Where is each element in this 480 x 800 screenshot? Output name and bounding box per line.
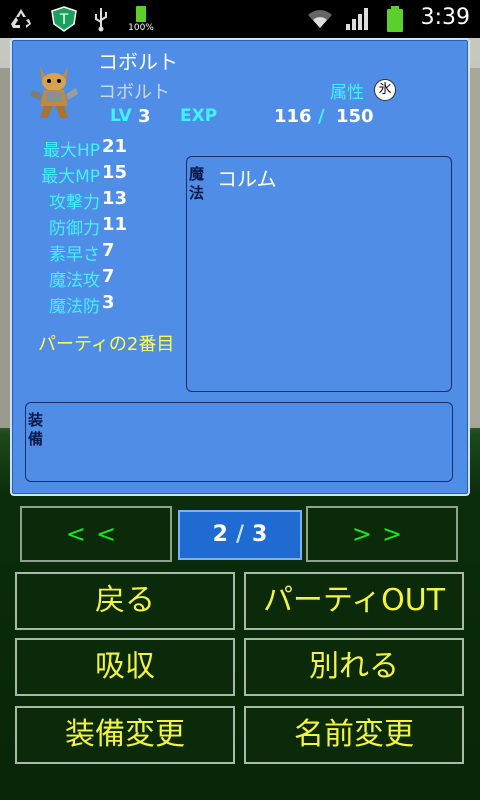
page-slash: / (235, 522, 245, 547)
character-name: コボルト (98, 50, 178, 74)
magic-item[interactable]: コルム (217, 163, 277, 192)
stat-label: 最大HP (42, 141, 100, 161)
stat-label: 最大MP (41, 167, 100, 187)
signal-icon (346, 8, 368, 30)
exp-max: 150 (336, 106, 374, 127)
party-out-button[interactable]: パーティOUT (244, 572, 464, 630)
battery-icon (387, 6, 403, 32)
party-position: パーティの2番目 (38, 334, 175, 355)
stat-value: 13 (102, 188, 128, 209)
character-species: コボルト (98, 82, 170, 103)
status-bar: T 100% 3:39 (0, 0, 480, 38)
stat-label: 攻撃力 (49, 193, 100, 213)
next-page-button[interactable]: >> (306, 506, 458, 562)
clock: 3:39 (420, 5, 470, 30)
stat-label: 魔法攻 (49, 271, 100, 291)
equipment-label: 装備 (28, 411, 44, 448)
stat-value: 7 (102, 240, 115, 261)
rename-button[interactable]: 名前変更 (244, 706, 464, 764)
ice-attribute-icon: 氷 (374, 79, 396, 101)
wifi-icon (308, 10, 332, 28)
stat-value: 11 (102, 214, 128, 235)
exp-slash: / (318, 106, 325, 127)
current-page: 2 (212, 522, 228, 547)
magic-list-box: 魔法 コルム (186, 156, 452, 392)
level-value: 3 (138, 106, 151, 127)
attribute-label: 属性 (330, 83, 364, 103)
page-indicator: 2 / 3 (178, 510, 302, 560)
back-button[interactable]: 戻る (15, 572, 235, 630)
previous-page-button[interactable]: << (20, 506, 172, 562)
change-equipment-button[interactable]: 装備変更 (15, 706, 235, 764)
kobold-portrait-icon (30, 66, 78, 118)
svg-text:T: T (59, 12, 69, 28)
usb-icon (95, 8, 107, 32)
battery-percent: 100% (128, 23, 154, 33)
shield-icon: T (51, 6, 77, 32)
battery-small-icon: 100% (128, 5, 154, 33)
stat-label: 魔法防 (49, 297, 100, 317)
level-label: LV (110, 106, 132, 126)
stat-row-speed: 素早さ 7 (12, 240, 142, 266)
stat-row-attack: 攻撃力 13 (12, 188, 142, 214)
stat-value: 3 (102, 292, 115, 313)
absorb-button[interactable]: 吸収 (15, 638, 235, 696)
exp-label: EXP (180, 106, 218, 126)
separate-button[interactable]: 別れる (244, 638, 464, 696)
stat-value: 21 (102, 136, 128, 157)
exp-current: 116 (274, 106, 312, 127)
stat-row-magic-defense: 魔法防 3 (12, 292, 142, 318)
magic-label: 魔法 (189, 165, 205, 202)
stat-label: 素早さ (49, 245, 100, 265)
stat-value: 15 (102, 162, 128, 183)
stat-row-max-hp: 最大HP 21 (12, 136, 142, 162)
stat-row-magic-attack: 魔法攻 7 (12, 266, 142, 292)
total-pages: 3 (252, 522, 268, 547)
recycle-icon (11, 9, 31, 28)
stat-row-defense: 防御力 11 (12, 214, 142, 240)
stat-label: 防御力 (49, 219, 100, 239)
character-status-panel: コボルト コボルト 属性 氷 LV 3 EXP 116 / 150 最大HP 2… (10, 38, 470, 496)
stat-row-max-mp: 最大MP 15 (12, 162, 142, 188)
stat-value: 7 (102, 266, 115, 287)
equipment-box: 装備 (25, 402, 453, 482)
